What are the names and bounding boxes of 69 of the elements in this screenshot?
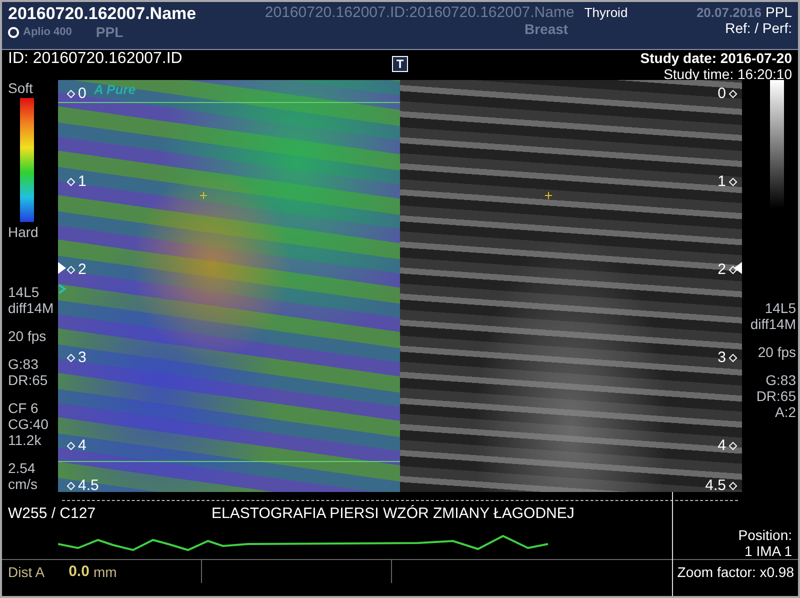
exam-label: Thyroid	[584, 5, 628, 20]
parameter-text: A:2	[774, 404, 796, 420]
parameter-text: 2.54	[8, 460, 36, 476]
operator-label: PPL	[766, 4, 792, 20]
chevron-icon	[58, 284, 66, 294]
depth-marker-icon	[66, 266, 76, 274]
zoom-factor: Zoom factor: x0.98	[676, 564, 795, 580]
depth-label: 1	[78, 174, 86, 190]
parameter-text: DR:65	[756, 388, 796, 404]
depth-label: 1	[718, 174, 726, 190]
parameter-text: CG:40	[8, 416, 48, 432]
depth-marker-icon	[728, 90, 738, 98]
scale-label: Hard	[8, 224, 38, 240]
position-label: Position:	[738, 527, 792, 543]
depth-marker-icon	[728, 482, 738, 490]
depth-marker-icon	[66, 442, 76, 450]
circle-icon	[8, 26, 19, 38]
parameter-text: cm/s	[8, 476, 38, 492]
parameter-text: 14L5	[8, 284, 40, 300]
depth-marker-icon	[66, 90, 76, 98]
preset-label: Breast	[524, 21, 568, 37]
depth-label: 3	[718, 350, 726, 366]
banner-text: 20160720.162007.ID:20160720.162007.Name	[264, 4, 574, 21]
depth-label: 0	[718, 86, 726, 102]
depth-label: 4.5	[705, 478, 726, 492]
mode-label: A Pure	[94, 82, 136, 97]
depth-marker-icon	[728, 442, 738, 450]
scanner-model: Aplio 400	[23, 26, 72, 38]
patient-name: 20160720.162007.Name	[8, 4, 196, 24]
focus-marker-icon	[58, 262, 66, 274]
depth-label: 2	[78, 262, 86, 278]
parameter-text: G:83	[766, 372, 796, 388]
measurement-label: Dist A	[8, 564, 45, 580]
depth-label: 0	[78, 86, 86, 102]
scale-label: Soft	[8, 80, 33, 96]
operator-label: PPL	[96, 24, 124, 40]
ref-perf-label: Ref: / Perf:	[725, 20, 792, 36]
depth-label: 3	[78, 350, 86, 366]
parameter-text: G:83	[8, 356, 38, 372]
measurement-unit: mm	[93, 564, 117, 580]
parameter-text: DR:65	[8, 372, 48, 388]
parameter-text: 11.2k	[8, 432, 42, 448]
depth-marker-icon	[728, 354, 738, 362]
measurement-value: 0.0	[68, 563, 90, 580]
patient-id: ID: 20160720.162007.ID	[8, 50, 184, 68]
t-badge: T	[392, 56, 408, 72]
depth-marker-icon	[66, 178, 76, 186]
depth-marker-icon	[728, 178, 738, 186]
parameter-text: diff14M	[750, 316, 796, 332]
position-value: 1 IMA 1	[744, 543, 792, 559]
parameter-text: 14L5	[764, 300, 796, 316]
parameter-text: diff14M	[8, 300, 54, 316]
crosshair-icon	[545, 192, 552, 199]
depth-marker-icon	[66, 482, 76, 490]
parameter-text: 20 fps	[758, 344, 796, 360]
depth-label: 4	[718, 438, 726, 454]
window-level: W255 / C127	[8, 505, 96, 522]
depth-label: 4	[78, 438, 86, 454]
focus-marker-icon	[734, 262, 742, 274]
depth-marker-icon	[66, 354, 76, 362]
depth-label: 4.5	[78, 478, 99, 492]
study-time: Study time: 16:20:10	[664, 66, 792, 82]
annotation-text: ELASTOGRAFIA PIERSI WZÓR ZMIANY ŁAGODNEJ	[212, 505, 574, 522]
banner-date: 20.07.2016	[696, 4, 762, 20]
parameter-text: 20 fps	[8, 328, 46, 344]
depth-label: 2	[718, 262, 726, 278]
parameter-text: CF 6	[8, 400, 38, 416]
study-date: Study date: 2016-07-20	[640, 50, 792, 66]
crosshair-icon	[200, 192, 207, 199]
